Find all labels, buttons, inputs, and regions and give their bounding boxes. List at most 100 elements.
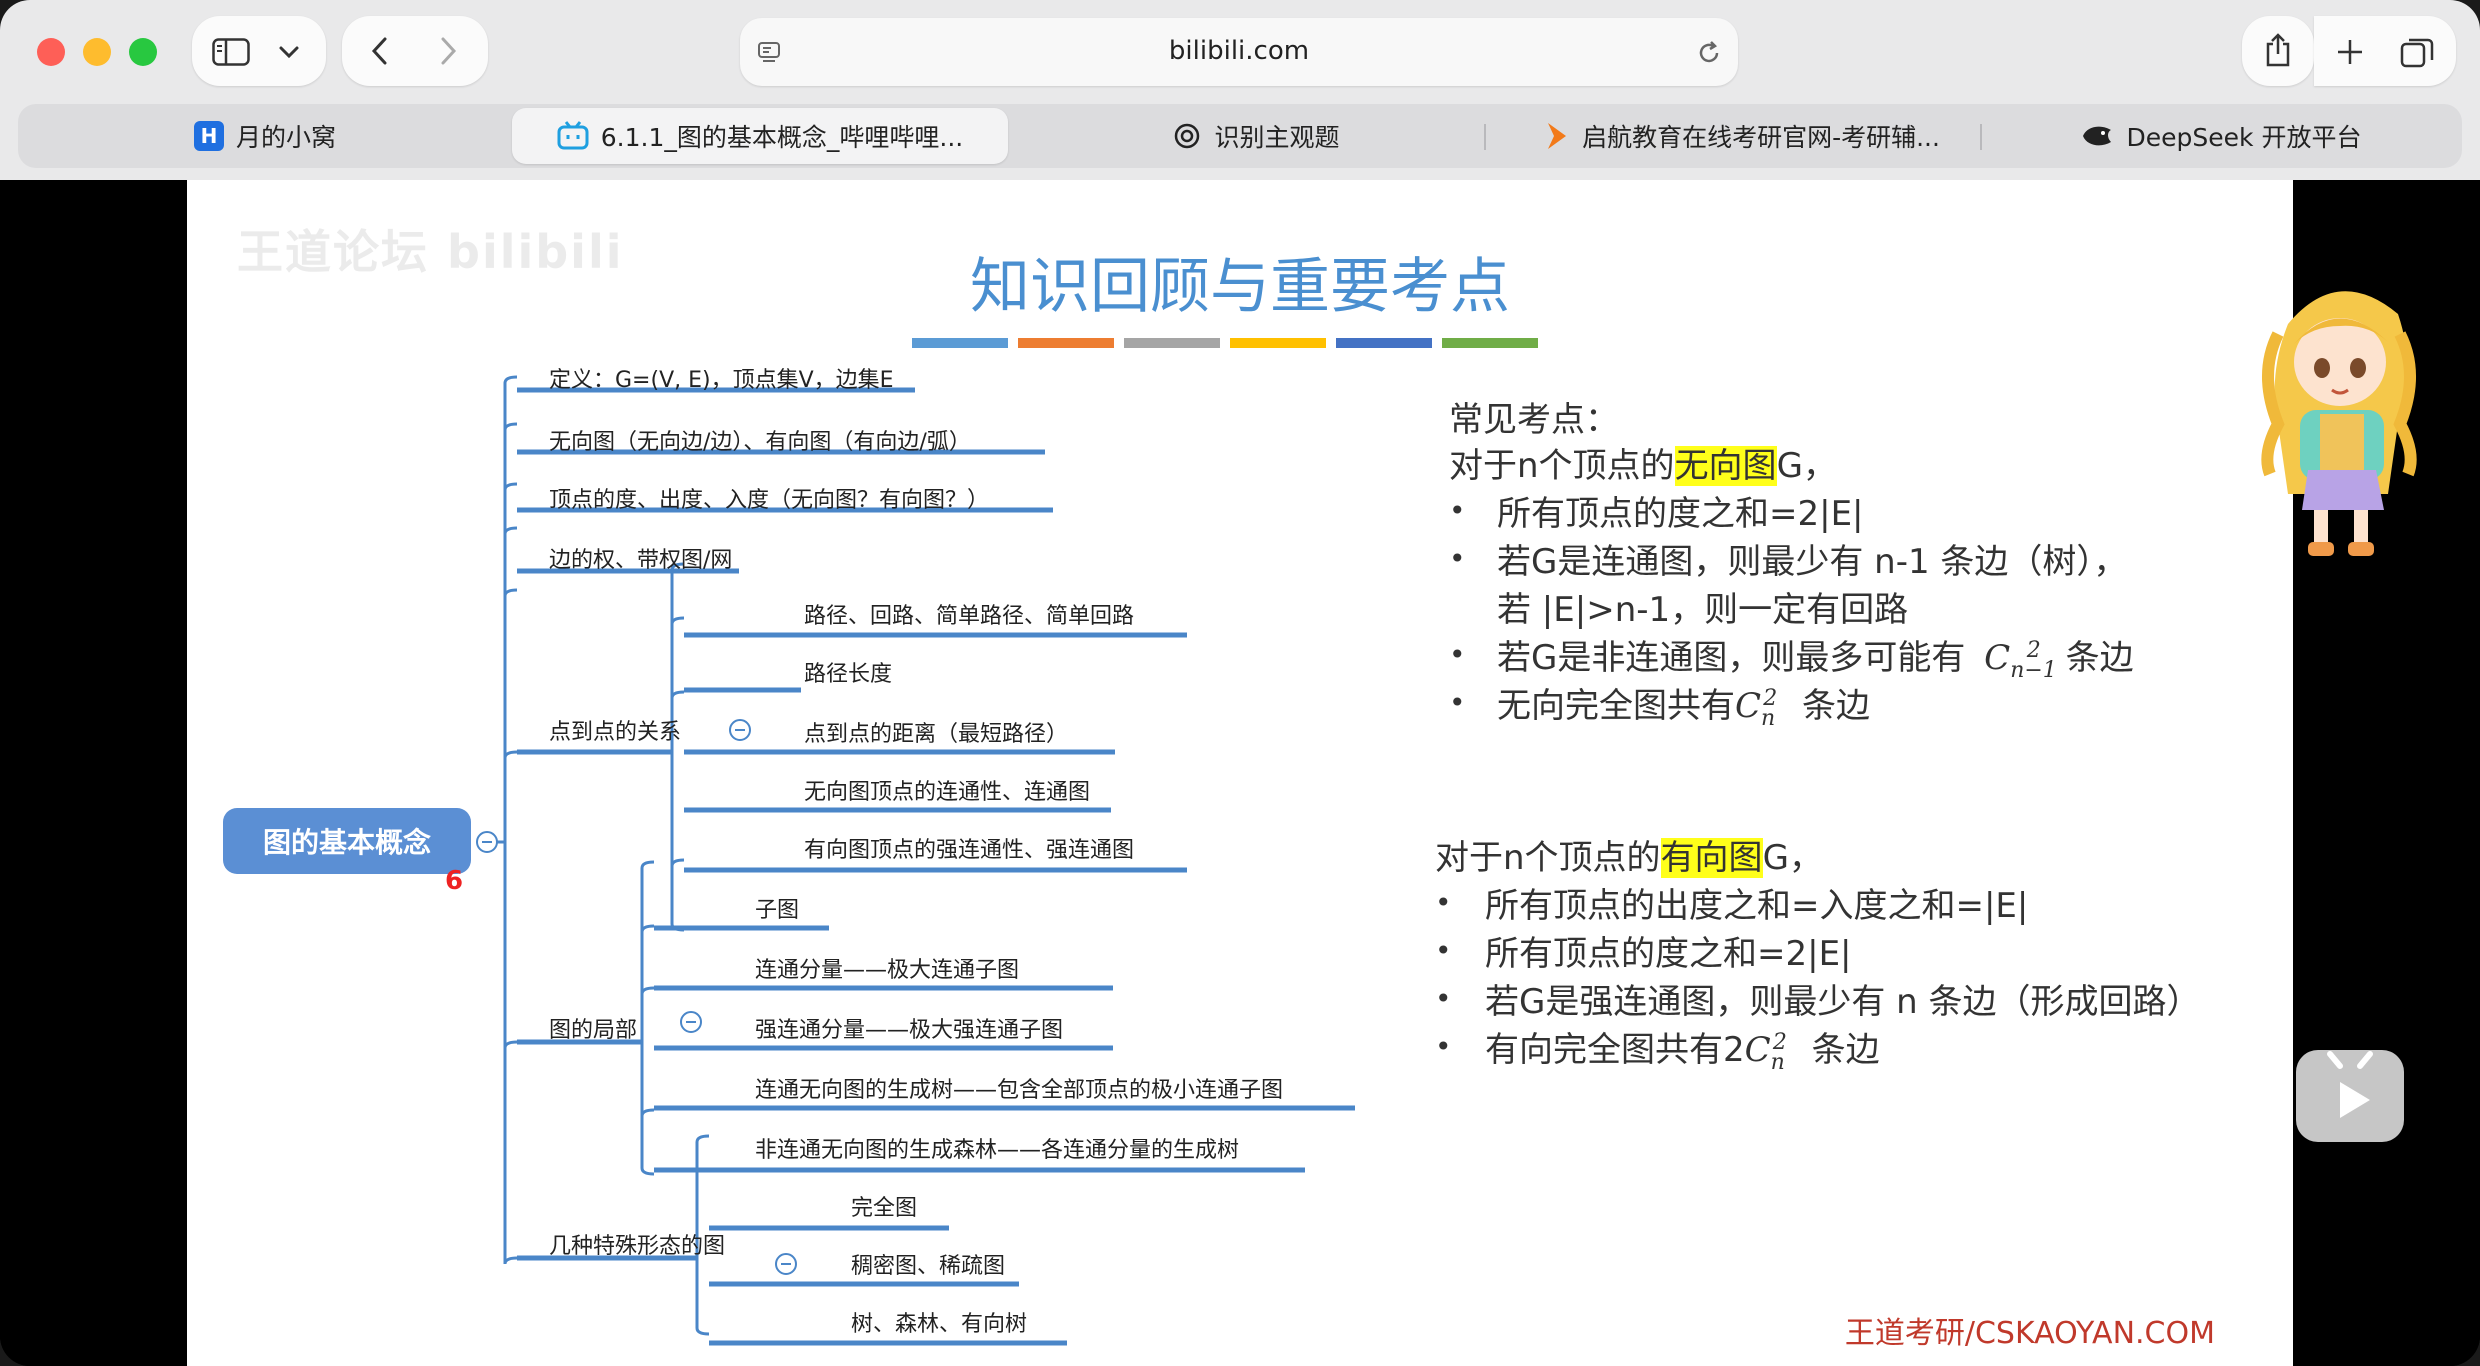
tab-qihang[interactable]: 启航教育在线考研官网-考研辅... xyxy=(1504,104,1980,168)
openai-icon xyxy=(1175,123,1200,149)
tab-title: 识别主观题 xyxy=(1214,123,1340,152)
intro-text: 对于n个顶点的 xyxy=(1449,446,1675,486)
tab-deepseek[interactable]: DeepSeek 开放平台 xyxy=(1980,104,2462,168)
mindmap-leaf: 路径长度 xyxy=(804,662,893,687)
bullet-dot: • xyxy=(1449,638,1466,671)
point-text: 条边 xyxy=(1811,1030,1880,1070)
bilibili-icon xyxy=(557,121,589,150)
mindmap-leaf: 完全图 xyxy=(851,1196,918,1221)
mindmap-connectors xyxy=(476,375,1355,1346)
point-text: 有向完全图共有2 xyxy=(1485,1030,1745,1070)
bullet-dot: • xyxy=(1435,982,1452,1015)
tab-title: 月的小窝 xyxy=(235,123,336,152)
point-text: 若G是非连通图，则最多可能有 xyxy=(1497,638,1966,678)
mindmap-leaf: 非连通无向图的生成森林——各连通分量的生成树 xyxy=(755,1138,1240,1163)
handwritten-note: 6 xyxy=(445,866,464,896)
undirected-point-cont: 若 |E|>n-1，则一定有回路 xyxy=(1497,590,1909,630)
close-window-button[interactable] xyxy=(37,38,65,66)
slide-footer: 王道考研/CSKAOYAN.COM xyxy=(1844,1316,2215,1351)
tab-separator xyxy=(1484,124,1486,150)
tab-bar: H 月的小窝 6.1.1_图的基本概念_哔哩哔哩... 识别主观题 启航教育在线… xyxy=(18,104,2462,168)
mindmap-node: 点到点的关系 xyxy=(549,720,682,745)
point-text: 条边 xyxy=(2065,638,2134,678)
mindmap-leaf: 连通分量——极大连通子图 xyxy=(755,958,1020,983)
sidebar-toggle-group xyxy=(192,16,326,86)
share-icon xyxy=(2266,33,2290,67)
minimize-window-button[interactable] xyxy=(83,38,111,66)
directed-point: 有向完全图共有2Cn2 条边 xyxy=(1485,1022,1880,1075)
tab-yue-xiaowo[interactable]: H 月的小窝 xyxy=(18,104,512,168)
new-tab-icon[interactable] xyxy=(2336,38,2364,66)
mindmap-node: 图的局部 xyxy=(549,1018,638,1043)
undirected-intro: 对于n个顶点的无向图G， xyxy=(1449,438,1837,487)
tab-title: 6.1.1_图的基本概念_哔哩哔哩... xyxy=(600,123,964,152)
formula-c-n-minus-1-2: Cn−12 xyxy=(1984,637,2057,683)
deepseek-icon xyxy=(2082,126,2111,146)
formula-c-n-2: Cn2 xyxy=(1735,685,1778,731)
undirected-point: 无向完全图共有Cn2 条边 xyxy=(1497,678,1870,731)
mindmap-node: 定义：G=(V, E)，顶点集V，边集E xyxy=(549,368,894,393)
formula-c-n-2: Cn2 xyxy=(1744,1029,1787,1075)
bullet-dot: • xyxy=(1435,886,1452,919)
chevron-down-icon[interactable] xyxy=(278,44,300,60)
bullet-dot: • xyxy=(1449,494,1466,527)
bullet-dot: • xyxy=(1435,1030,1452,1063)
directed-intro: 对于n个顶点的有向图G， xyxy=(1435,830,1823,879)
mindmap-leaf: 子图 xyxy=(755,898,800,923)
highlight-directed: 有向图 xyxy=(1660,838,1763,878)
forward-arrow-icon[interactable] xyxy=(438,36,458,66)
intro-text: 对于n个顶点的 xyxy=(1435,838,1661,878)
bilibili-play-button[interactable] xyxy=(2296,1050,2404,1142)
mindmap-leaf: 有向图顶点的强连通性、强连通图 xyxy=(804,838,1135,863)
directed-point: 若G是强连通图，则最少有 n 条边（形成回路） xyxy=(1485,982,2201,1022)
tab-graph-basics[interactable]: 6.1.1_图的基本概念_哔哩哔哩... xyxy=(512,108,1008,164)
tab-overview-icon[interactable] xyxy=(2400,36,2434,68)
bullet-dot: • xyxy=(1435,934,1452,967)
tab-title: DeepSeek 开放平台 xyxy=(2126,123,2362,152)
reload-icon[interactable] xyxy=(1696,40,1722,66)
share-button[interactable] xyxy=(2242,16,2314,86)
intro-text: G， xyxy=(1776,446,1837,486)
undirected-point: 若G是非连通图，则最多可能有 Cn−12 条边 xyxy=(1497,630,2134,683)
sidebar-icon[interactable] xyxy=(212,38,250,66)
mindmap-leaf: 强连通分量——极大强连通子图 xyxy=(755,1018,1064,1043)
tab-actions-group xyxy=(2314,16,2456,86)
mindmap-root-node: 图的基本概念 xyxy=(223,808,471,874)
point-text: 条边 xyxy=(1802,686,1870,726)
browser-toolbar: bilibili.com H 月的小窝 6.1.1_图的基本概念_哔哩哔哩...… xyxy=(0,0,2480,180)
qihang-icon xyxy=(1548,123,1567,149)
tab-subjective-questions[interactable]: 识别主观题 xyxy=(1008,104,1504,168)
url-text: bilibili.com xyxy=(1168,36,1310,66)
mindmap-leaf: 点到点的距离（最短路径） xyxy=(804,722,1069,747)
h-favicon-icon: H xyxy=(193,121,224,151)
lecture-slide: 王道论坛 bilibili 知识回顾与重要考点 图的基本概念 6 定义：G=(V… xyxy=(187,180,2293,1366)
mindmap-leaf: 路径、回路、简单路径、简单回路 xyxy=(804,604,1135,629)
directed-point: 所有顶点的度之和=2|E| xyxy=(1485,934,1852,974)
tab-title: 启航教育在线考研官网-考研辅... xyxy=(1582,123,1940,152)
back-arrow-icon[interactable] xyxy=(370,36,390,66)
undirected-point: 若G是连通图，则最少有 n-1 条边（树）， xyxy=(1497,542,2128,582)
browser-window: bilibili.com H 月的小窝 6.1.1_图的基本概念_哔哩哔哩...… xyxy=(0,0,2480,1366)
key-points-heading: 常见考点： xyxy=(1449,400,1619,440)
mindmap-node: 顶点的度、出度、入度（无向图？有向图？） xyxy=(549,488,990,513)
mindmap-leaf: 树、森林、有向树 xyxy=(851,1312,1028,1337)
bullet-dot: • xyxy=(1449,542,1466,575)
play-icon xyxy=(2327,1051,2373,1118)
zoom-window-button[interactable] xyxy=(129,38,157,66)
point-text: 无向完全图共有 xyxy=(1497,686,1735,726)
directed-point: 所有顶点的出度之和=入度之和=|E| xyxy=(1485,886,2029,926)
mindmap-leaf: 稠密图、稀疏图 xyxy=(851,1254,1006,1279)
mindmap-node: 几种特殊形态的图 xyxy=(549,1234,726,1259)
mindmap-leaf: 连通无向图的生成树——包含全部顶点的极小连通子图 xyxy=(755,1078,1284,1103)
mindmap-node: 无向图（无向边/边）、有向图（有向边/弧） xyxy=(549,430,971,455)
highlight-undirected: 无向图 xyxy=(1674,446,1777,486)
bullet-dot: • xyxy=(1449,686,1466,719)
anime-girl-sticker-icon xyxy=(2261,291,2417,556)
intro-text: G， xyxy=(1762,838,1823,878)
address-bar[interactable]: bilibili.com xyxy=(740,18,1738,86)
mindmap-leaf: 无向图顶点的连通性、连通图 xyxy=(804,780,1091,805)
nav-button-group xyxy=(342,16,488,86)
undirected-point: 所有顶点的度之和=2|E| xyxy=(1497,494,1864,534)
mindmap-node: 边的权、带权图/网 xyxy=(549,548,733,573)
video-player[interactable]: 王道论坛 bilibili 知识回顾与重要考点 图的基本概念 6 定义：G=(V… xyxy=(0,180,2480,1366)
